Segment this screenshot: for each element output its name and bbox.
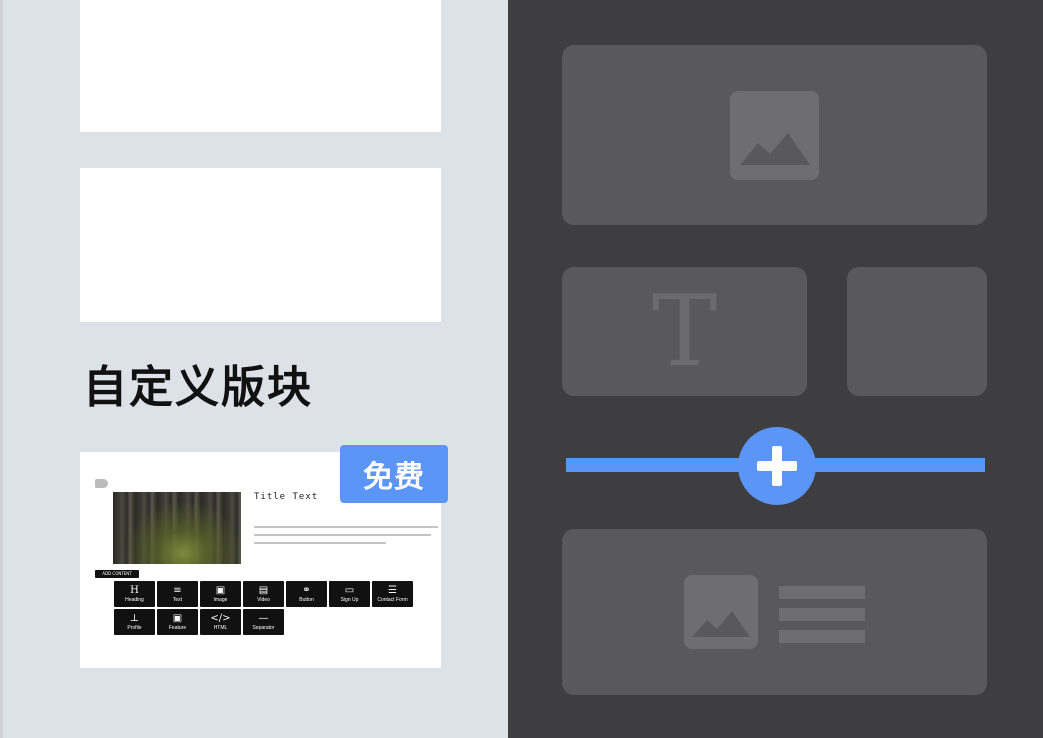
tool-video[interactable]: ▤ Video [243, 581, 284, 607]
tool-feature[interactable]: ▣ Feature [157, 609, 198, 635]
form-icon: ☰ [388, 584, 397, 596]
tool-separator[interactable]: — Separator [243, 609, 284, 635]
link-icon: ⚭ [302, 584, 311, 596]
content-tool-grid: H Heading ≡ Text ▣ Image ▤ Video ⚭ Button ▭ Si… [114, 581, 420, 635]
empty-block[interactable] [847, 267, 987, 396]
preview-photo [113, 492, 241, 564]
template-card-2[interactable] [80, 168, 441, 322]
tool-text[interactable]: ≡ Text [157, 581, 198, 607]
tag-icon [95, 479, 108, 488]
image-text-block[interactable] [562, 529, 987, 695]
image-icon [730, 91, 819, 180]
tool-html[interactable]: </> HTML [200, 609, 241, 635]
image-block[interactable] [562, 45, 987, 225]
image-icon [684, 575, 758, 649]
template-card-1[interactable] [80, 0, 441, 132]
tool-image[interactable]: ▣ Image [200, 581, 241, 607]
profile-icon: ⊥ [129, 612, 140, 624]
code-icon: </> [210, 612, 231, 624]
text-block[interactable]: T [562, 267, 807, 396]
preview-title: Title Text [254, 492, 319, 502]
right-panel: T [508, 0, 1043, 738]
preview-body-lines [254, 526, 438, 550]
tool-heading[interactable]: H Heading [114, 581, 155, 607]
tool-button[interactable]: ⚭ Button [286, 581, 327, 607]
separator-icon: — [258, 612, 269, 624]
image-icon: ▣ [215, 584, 226, 596]
tool-profile[interactable]: ⊥ Profile [114, 609, 155, 635]
form-field-icon: ▭ [344, 584, 355, 596]
free-badge: 免费 [340, 445, 448, 503]
tool-sign-up[interactable]: ▭ Sign Up [329, 581, 370, 607]
text-icon: T [651, 274, 718, 389]
heading-icon: H [130, 584, 139, 596]
add-block-button[interactable] [738, 427, 816, 505]
feature-icon: ▣ [172, 612, 183, 624]
video-icon: ▤ [258, 584, 269, 596]
section-title: 自定义版块 [83, 362, 313, 413]
plus-icon [757, 446, 797, 486]
text-icon: ≡ [173, 584, 182, 596]
left-panel: 自定义版块 Title Text ADD CONTENT H Heading ≡ T… [0, 0, 508, 738]
text-lines-icon [779, 586, 865, 652]
add-content-button[interactable]: ADD CONTENT [95, 570, 139, 578]
tool-contact-form[interactable]: ☰ Contact Form [372, 581, 413, 607]
